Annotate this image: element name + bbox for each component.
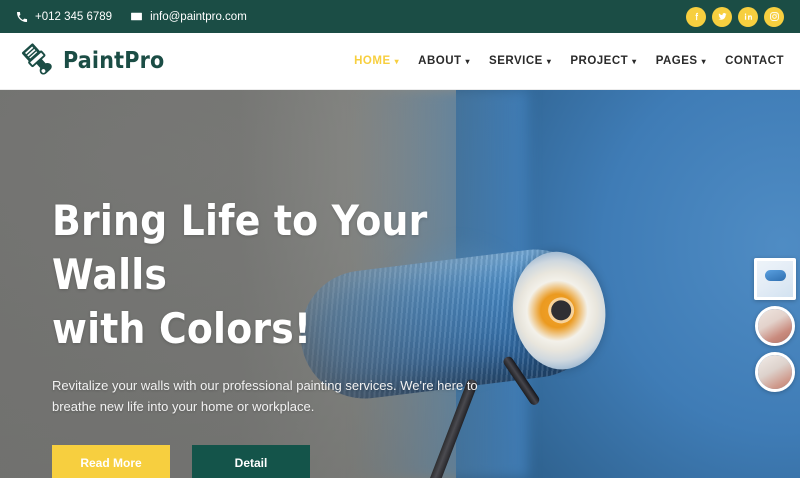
slide-thumb-1-image	[757, 261, 793, 297]
chevron-down-icon: ▾	[394, 57, 400, 66]
navbar: PaintPro HOME ▾ ABOUT ▾ SERVICE ▾ PROJEC…	[0, 33, 800, 90]
envelope-icon	[130, 10, 143, 23]
hero-title: Bring Life to Your Walls with Colors!	[52, 194, 522, 355]
hero-buttons: Read More Detail	[52, 445, 522, 478]
nav-item-pages[interactable]: PAGES ▾	[656, 55, 706, 67]
nav-item-project-label: PROJECT	[570, 55, 629, 67]
nav-item-project[interactable]: PROJECT ▾	[570, 55, 636, 67]
nav-item-about[interactable]: ABOUT ▾	[418, 55, 470, 67]
topbar-contact-group: +012 345 6789 info@paintpro.com	[16, 10, 247, 23]
read-more-button[interactable]: Read More	[52, 445, 170, 478]
slide-thumb-1[interactable]	[754, 258, 796, 300]
nav-item-service-label: SERVICE	[489, 55, 543, 67]
nav-item-contact[interactable]: CONTACT	[725, 55, 784, 67]
slide-thumb-2[interactable]	[755, 306, 795, 346]
hero-content: Bring Life to Your Walls with Colors! Re…	[52, 194, 522, 478]
chevron-down-icon: ▾	[632, 57, 637, 66]
hero-subtitle: Revitalize your walls with our professio…	[52, 378, 478, 415]
linkedin-icon[interactable]	[738, 6, 758, 27]
hero-title-line-1: Bring Life to Your Walls	[52, 196, 428, 299]
brand-name: PaintPro	[63, 48, 165, 74]
phone-icon	[16, 11, 28, 23]
slide-thumb-3[interactable]	[755, 352, 795, 392]
detail-button[interactable]: Detail	[192, 445, 310, 478]
nav-item-contact-label: CONTACT	[725, 55, 784, 67]
facebook-icon[interactable]	[686, 6, 706, 27]
hero-title-line-2: with Colors!	[52, 303, 312, 353]
nav-item-service[interactable]: SERVICE ▾	[489, 55, 551, 67]
nav-item-home[interactable]: HOME ▾	[354, 55, 399, 67]
slider-thumbnails	[754, 258, 796, 392]
topbar: +012 345 6789 info@paintpro.com	[0, 0, 800, 33]
nav-item-home-label: HOME	[354, 55, 391, 67]
slide-thumb-2-image	[758, 309, 792, 343]
nav-item-about-label: ABOUT	[418, 55, 462, 67]
topbar-phone-text: +012 345 6789	[35, 10, 113, 23]
nav-item-pages-label: PAGES	[655, 55, 698, 67]
chevron-down-icon: ▾	[546, 57, 552, 66]
hero-section: Bring Life to Your Walls with Colors! Re…	[0, 90, 800, 478]
page-bottom-spacer	[0, 478, 800, 500]
main-menu: HOME ▾ ABOUT ▾ SERVICE ▾ PROJECT ▾ PAGES…	[354, 55, 784, 67]
social-links	[686, 6, 784, 27]
topbar-email-text: info@paintpro.com	[150, 10, 247, 23]
twitter-icon[interactable]	[712, 6, 732, 27]
chevron-down-icon: ▾	[465, 57, 471, 66]
brand-logo[interactable]: PaintPro	[16, 42, 164, 80]
instagram-icon[interactable]	[764, 6, 784, 27]
paintbrush-icon	[16, 42, 54, 80]
topbar-email[interactable]: info@paintpro.com	[130, 10, 247, 23]
slide-thumb-3-image	[758, 355, 792, 389]
chevron-down-icon: ▾	[701, 57, 707, 66]
topbar-phone[interactable]: +012 345 6789	[16, 11, 112, 23]
